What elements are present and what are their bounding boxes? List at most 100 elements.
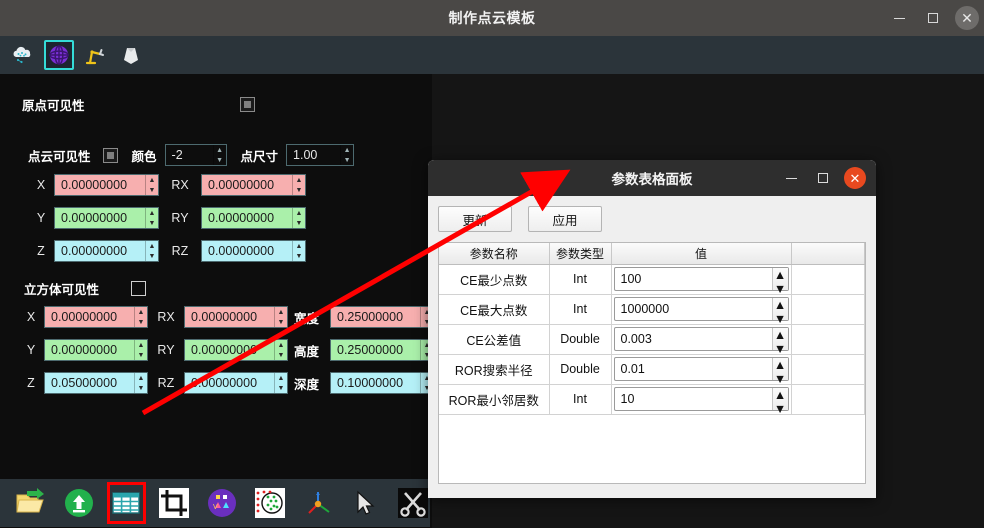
spinner-up-icon[interactable]: ▲ [773,268,788,282]
cube-y-spinner[interactable]: 0.00000000 ▲ ▼ [44,339,148,361]
spinner-down-icon[interactable]: ▼ [135,350,147,360]
spinner-arrows[interactable]: ▲ ▼ [771,358,788,386]
cube-visibility-checkbox[interactable] [131,281,147,296]
dialog-maximize-button[interactable] [808,160,838,196]
cursor-arrow-icon[interactable] [348,485,382,521]
filter-chart-icon[interactable]: V [205,485,239,521]
spinner-arrows[interactable]: ▲ ▼ [771,328,788,356]
axis-gizmo-icon[interactable] [301,485,335,521]
param-value-cell[interactable]: 0.003 ▲ ▼ [611,324,792,356]
spinner-arrows[interactable]: ▲ ▼ [771,388,788,416]
spinner-up-icon[interactable]: ▲ [146,208,158,218]
spinner-down-icon[interactable]: ▼ [135,383,147,393]
table-row[interactable]: ROR搜索半径 Double 0.01 ▲ ▼ [439,354,865,386]
dialog-close-button[interactable]: ✕ [840,160,870,196]
spinner-down-icon[interactable]: ▼ [773,282,788,296]
spinner-down-icon[interactable]: ▼ [275,350,287,360]
param-value-spinner[interactable]: 0.003 ▲ ▼ [613,327,789,356]
spinner-down-icon[interactable]: ▼ [293,218,305,228]
robot-arm-icon[interactable] [80,40,110,70]
color-spinner[interactable]: -2 ▲ ▼ [164,144,227,166]
spinner-up-icon[interactable]: ▲ [293,208,305,218]
spinner-up-icon[interactable]: ▲ [275,373,287,383]
spinner-arrows[interactable]: ▲ ▼ [292,175,305,195]
spinner-arrows[interactable]: ▲ ▼ [145,175,158,195]
spinner-down-icon[interactable]: ▼ [146,251,158,261]
spinner-up-icon[interactable]: ▲ [293,241,305,251]
refresh-button[interactable]: 更新 [438,206,512,232]
pointcloud-x-spinner[interactable]: 0.00000000 ▲ ▼ [54,174,159,196]
spinner-up-icon[interactable]: ▲ [146,175,158,185]
param-value-spinner[interactable]: 100 ▲ ▼ [613,267,789,296]
mesh-object-icon[interactable] [116,40,146,70]
pointcloud-visibility-checkbox[interactable] [102,147,118,163]
grid-sphere-icon[interactable] [44,40,74,70]
spinner-arrows[interactable]: ▲ ▼ [274,373,287,393]
spinner-up-icon[interactable]: ▲ [341,145,353,155]
param-value-cell[interactable]: 0.01 ▲ ▼ [611,354,792,386]
spinner-down-icon[interactable]: ▼ [341,155,353,165]
point-size-spinner-arrows[interactable]: ▲ ▼ [340,145,354,165]
param-value-cell[interactable]: 10 ▲ ▼ [611,384,792,416]
pointcloud-ry-spinner[interactable]: 0.00000000 ▲ ▼ [201,207,306,229]
cube-height-spinner[interactable]: 0.25000000 ▲ ▼ [330,339,434,361]
spinner-arrows[interactable]: ▲ ▼ [274,340,287,360]
spinner-arrows[interactable]: ▲ ▼ [134,307,147,327]
cube-depth-spinner[interactable]: 0.10000000 ▲ ▼ [330,372,434,394]
spinner-up-icon[interactable]: ▲ [275,307,287,317]
point-cloud-icon[interactable] [8,40,38,70]
scissors-icon[interactable] [396,485,430,521]
cube-x-spinner[interactable]: 0.00000000 ▲ ▼ [44,306,148,328]
spinner-down-icon[interactable]: ▼ [773,372,788,386]
spinner-up-icon[interactable]: ▲ [135,307,147,317]
table-icon[interactable] [106,482,147,524]
upload-icon[interactable] [62,485,96,521]
crop-icon[interactable] [157,485,191,521]
param-value-cell[interactable]: 1000000 ▲ ▼ [611,294,792,326]
spinner-down-icon[interactable]: ▼ [135,317,147,327]
point-size-spinner[interactable]: 1.00 ▲ ▼ [286,144,355,166]
pointcloud-y-spinner[interactable]: 0.00000000 ▲ ▼ [54,207,159,229]
point-cluster-icon[interactable] [253,485,287,521]
spinner-arrows[interactable]: ▲ ▼ [771,298,788,326]
cube-rz-spinner[interactable]: 0.00000000 ▲ ▼ [184,372,288,394]
cube-ry-spinner[interactable]: 0.00000000 ▲ ▼ [184,339,288,361]
spinner-arrows[interactable]: ▲ ▼ [292,208,305,228]
apply-button[interactable]: 应用 [528,206,602,232]
spinner-down-icon[interactable]: ▼ [214,155,226,165]
origin-visibility-checkbox[interactable] [240,96,255,112]
open-folder-icon[interactable] [14,485,48,521]
table-row[interactable]: ROR最小邻居数 Int 10 ▲ ▼ [439,384,865,416]
spinner-up-icon[interactable]: ▲ [773,298,788,312]
spinner-arrows[interactable]: ▲ ▼ [134,373,147,393]
spinner-down-icon[interactable]: ▼ [773,402,788,416]
cube-z-spinner[interactable]: 0.05000000 ▲ ▼ [44,372,148,394]
pointcloud-z-spinner[interactable]: 0.00000000 ▲ ▼ [54,240,159,262]
spinner-arrows[interactable]: ▲ ▼ [771,268,788,296]
window-maximize-button[interactable] [916,0,950,36]
param-value-spinner[interactable]: 0.01 ▲ ▼ [613,357,789,386]
spinner-down-icon[interactable]: ▼ [275,317,287,327]
param-value-spinner[interactable]: 10 ▲ ▼ [613,387,789,416]
param-value-spinner[interactable]: 1000000 ▲ ▼ [613,297,789,326]
spinner-down-icon[interactable]: ▼ [293,185,305,195]
spinner-arrows[interactable]: ▲ ▼ [145,208,158,228]
pointcloud-rx-spinner[interactable]: 0.00000000 ▲ ▼ [201,174,306,196]
spinner-down-icon[interactable]: ▼ [146,185,158,195]
spinner-down-icon[interactable]: ▼ [275,383,287,393]
dialog-minimize-button[interactable] [776,160,806,196]
color-spinner-arrows[interactable]: ▲ ▼ [212,145,226,165]
window-minimize-button[interactable] [882,0,916,36]
cube-rx-spinner[interactable]: 0.00000000 ▲ ▼ [184,306,288,328]
spinner-arrows[interactable]: ▲ ▼ [274,307,287,327]
window-close-button[interactable]: ✕ [950,0,984,36]
spinner-up-icon[interactable]: ▲ [275,340,287,350]
spinner-arrows[interactable]: ▲ ▼ [292,241,305,261]
spinner-up-icon[interactable]: ▲ [214,145,226,155]
param-value-cell[interactable]: 100 ▲ ▼ [611,264,792,296]
spinner-up-icon[interactable]: ▲ [773,328,788,342]
spinner-arrows[interactable]: ▲ ▼ [145,241,158,261]
cube-width-spinner[interactable]: 0.25000000 ▲ ▼ [330,306,434,328]
spinner-arrows[interactable]: ▲ ▼ [134,340,147,360]
table-row[interactable]: CE最少点数 Int 100 ▲ ▼ [439,264,865,296]
